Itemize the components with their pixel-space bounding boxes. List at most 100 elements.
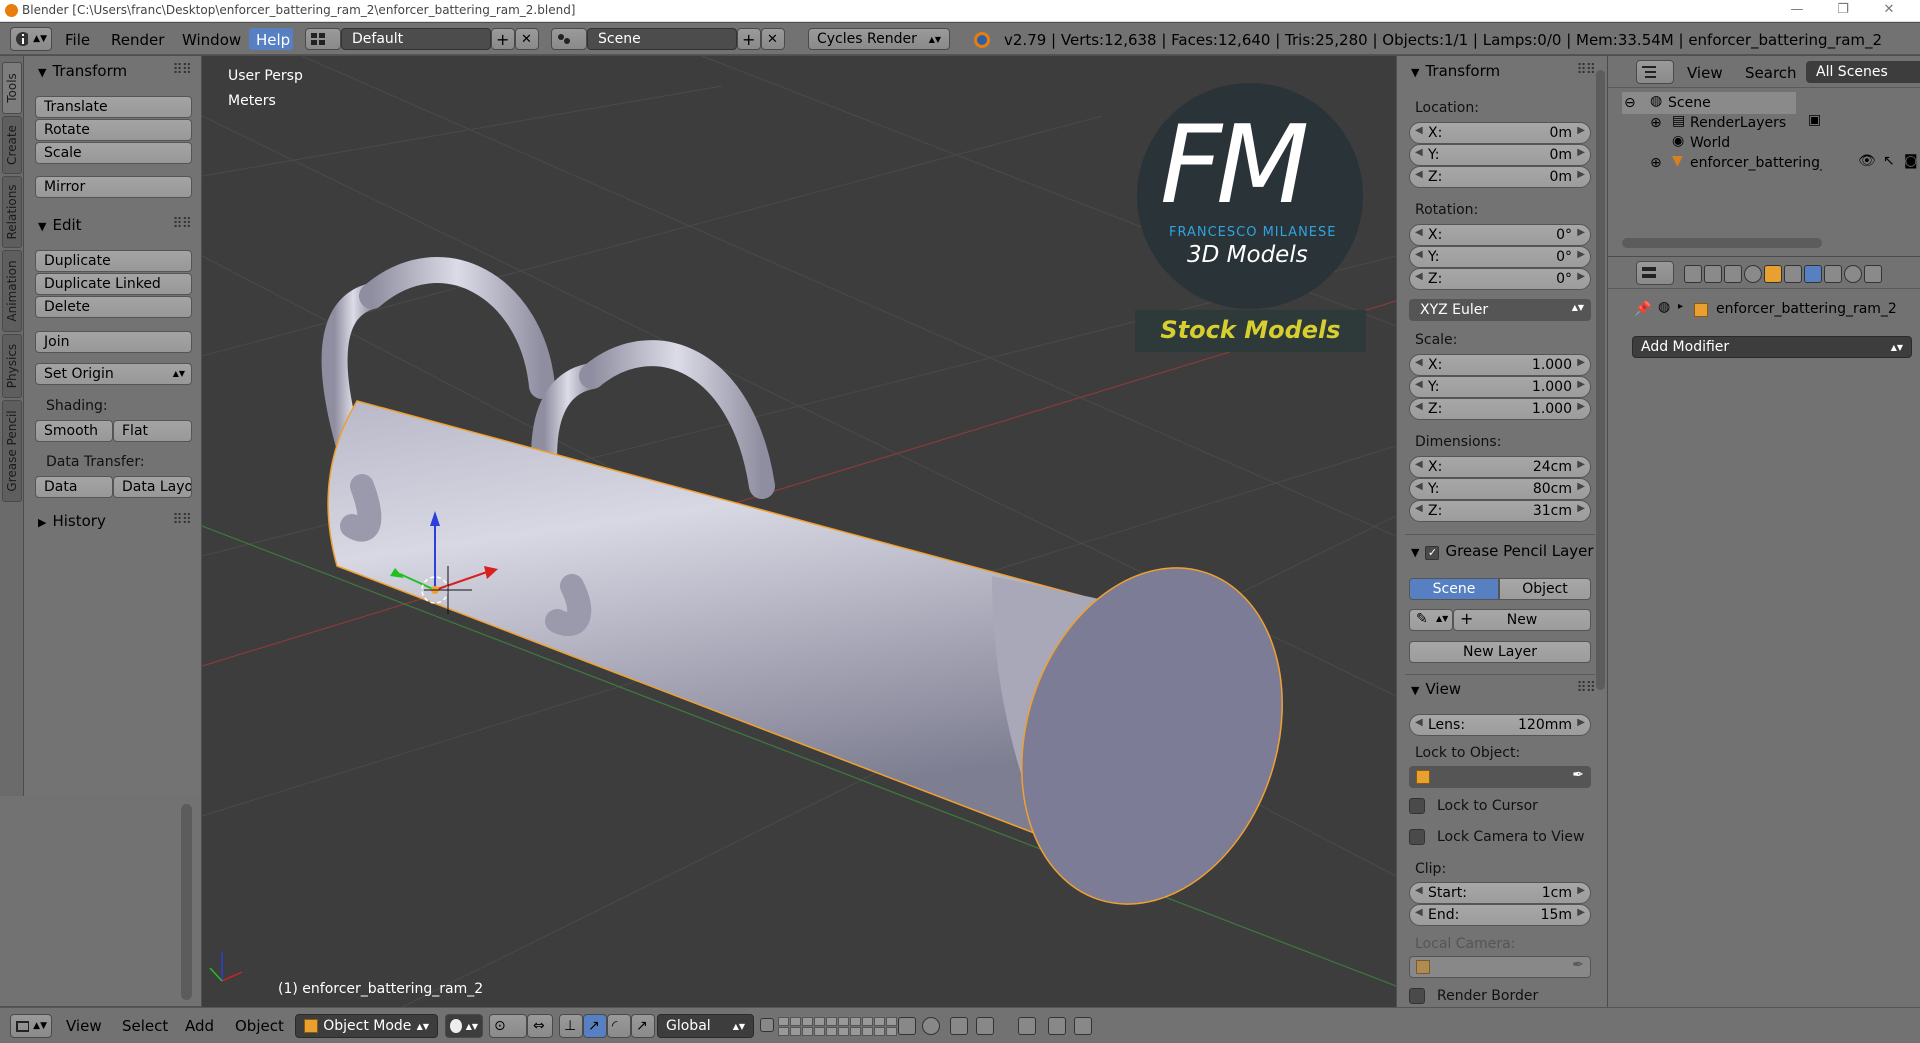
scale-button[interactable]: Scale [35, 142, 192, 164]
snap-element-icon[interactable] [976, 1017, 994, 1035]
operator-scrollbar[interactable] [181, 804, 192, 1000]
duplicate-linked-button[interactable]: Duplicate Linked [35, 273, 192, 295]
dimension-x-field[interactable]: ◀ X: 24cm ▶ [1409, 456, 1591, 478]
tab-grease-pencil[interactable]: Grease Pencil [2, 400, 22, 502]
duplicate-button[interactable]: Duplicate [35, 250, 192, 272]
gp-object-toggle[interactable]: Object [1499, 578, 1591, 600]
viewport-shading-dropdown[interactable]: ▲▼ [445, 1014, 483, 1038]
constraints-tab-icon[interactable] [1784, 265, 1802, 283]
viewport-menu-view[interactable]: View [66, 1017, 102, 1035]
tab-animation[interactable]: Animation [2, 250, 22, 332]
transform-orientation-dropdown[interactable]: Global ▲▼ [657, 1014, 754, 1038]
scale-y-field[interactable]: ◀ Y: 1.000 ▶ [1409, 376, 1591, 398]
editor-type-button[interactable]: ▲▼ [10, 27, 52, 51]
render-tab-icon[interactable] [1684, 265, 1702, 283]
manipulator-translate-toggle[interactable]: ⊥ [559, 1014, 583, 1038]
lock-object-field[interactable]: ✒ [1409, 766, 1591, 788]
clip-end-field[interactable]: ◀ End: 15m ▶ [1409, 904, 1591, 926]
menu-window[interactable]: Window [182, 31, 241, 49]
gp-new-button[interactable]: + New [1453, 609, 1591, 631]
material-tab-icon[interactable] [1844, 265, 1862, 283]
screen-layout-selector[interactable] [305, 28, 341, 50]
remove-screen-icon[interactable]: ✕ [515, 28, 539, 50]
menu-render[interactable]: Render [111, 31, 164, 49]
object-tab-icon[interactable] [1764, 265, 1782, 283]
add-modifier-dropdown[interactable]: Add Modifier ▲▼ [1632, 336, 1912, 358]
manipulator-active-toggle[interactable]: ↗ [583, 1014, 607, 1038]
gp-scene-toggle[interactable]: Scene [1409, 578, 1499, 600]
proportional-edit-icon[interactable] [922, 1017, 940, 1035]
properties-scrollbar[interactable] [1596, 70, 1605, 690]
screen-layout-field[interactable]: Default [341, 28, 491, 50]
drag-handle-icon[interactable]: ⠿⠿ [1576, 62, 1595, 78]
rotate-button[interactable]: Rotate [35, 119, 192, 141]
history-section-header[interactable]: ▶ History [38, 512, 106, 530]
outliner-editor-type[interactable] [1636, 60, 1674, 84]
tab-create[interactable]: Create [2, 116, 22, 174]
outliner-horizontal-scrollbar[interactable] [1622, 238, 1822, 248]
transform-section-header[interactable]: ▼ Transform [38, 62, 127, 80]
render-engine-dropdown[interactable]: Cycles Render ▲▼ [808, 28, 950, 50]
drag-handle-icon[interactable]: ⠿⠿ [172, 216, 191, 232]
delete-button[interactable]: Delete [35, 296, 192, 318]
dimension-y-field[interactable]: ◀ Y: 80cm ▶ [1409, 478, 1591, 500]
scale-x-field[interactable]: ◀ X: 1.000 ▶ [1409, 354, 1591, 376]
grease-pencil-panel-header[interactable]: ▼ ✓ Grease Pencil Layer [1411, 542, 1594, 560]
outliner-expand-icon[interactable]: ⊕ [1650, 115, 1662, 131]
add-scene-icon[interactable]: + [737, 28, 761, 50]
manipulator-scale-toggle[interactable]: ↗ [631, 1014, 655, 1038]
manipulator-rotate-toggle[interactable]: ◜ [607, 1014, 631, 1038]
mirror-button[interactable]: Mirror [35, 176, 192, 198]
outliner-item-renderlayers[interactable]: RenderLayers [1690, 115, 1786, 131]
rotation-x-field[interactable]: ◀ X: 0° ▶ [1409, 224, 1591, 246]
viewport-menu-add[interactable]: Add [185, 1017, 214, 1035]
rotation-y-field[interactable]: ◀ Y: 0° ▶ [1409, 246, 1591, 268]
3d-viewport[interactable]: User Persp Meters (1) enforcer_battering… [202, 56, 1396, 1007]
grease-pencil-checkbox[interactable]: ✓ [1425, 546, 1440, 560]
scene-selector[interactable] [551, 28, 587, 50]
menu-help[interactable]: Help [256, 31, 290, 49]
lock-camera-checkbox[interactable] [1409, 829, 1425, 845]
layer-toggle-icon[interactable] [760, 1018, 774, 1032]
location-z-field[interactable]: ◀ Z: 0m ▶ [1409, 166, 1591, 188]
outliner-expand-icon[interactable]: ⊖ [1624, 95, 1636, 111]
outliner-expand-icon[interactable]: ⊕ [1650, 155, 1662, 171]
scene-field[interactable]: Scene [587, 28, 737, 50]
render-layer-link-icon[interactable]: ▣ [1808, 112, 1821, 128]
transform-panel-header[interactable]: ▼ Transform [1411, 62, 1500, 80]
dimension-z-field[interactable]: ◀ Z: 31cm ▶ [1409, 500, 1591, 522]
local-camera-field[interactable]: ✒ [1409, 956, 1591, 978]
rotation-z-field[interactable]: ◀ Z: 0° ▶ [1409, 268, 1591, 290]
data-transfer-button[interactable]: Data [35, 476, 113, 498]
render-border-checkbox[interactable] [1409, 988, 1425, 1004]
render-animation-icon[interactable] [1074, 1017, 1092, 1035]
render-layers-tab-icon[interactable] [1704, 265, 1722, 283]
modifiers-tab-icon[interactable] [1804, 265, 1822, 283]
add-screen-icon[interactable]: + [491, 28, 515, 50]
outliner-item-object[interactable]: enforcer_battering_ran [1690, 155, 1822, 171]
pivot-point-dropdown[interactable]: ⊙ [489, 1014, 527, 1038]
data-layout-button[interactable]: Data Layo [113, 476, 192, 498]
translate-button[interactable]: Translate [35, 96, 192, 118]
gp-pencil-selector[interactable]: ✎ ▲▼ [1409, 609, 1453, 631]
minimize-button[interactable]: — [1774, 0, 1820, 22]
scene-tab-icon[interactable] [1724, 265, 1742, 283]
drag-handle-icon[interactable]: ⠿⠿ [1576, 680, 1595, 696]
join-button[interactable]: Join [35, 331, 192, 353]
properties-editor-type[interactable] [1636, 261, 1674, 285]
lock-to-cursor-checkbox[interactable] [1409, 798, 1425, 814]
viewport-menu-object[interactable]: Object [235, 1017, 284, 1035]
world-tab-icon[interactable] [1744, 265, 1762, 283]
outliner-menu-view[interactable]: View [1687, 64, 1723, 82]
render-camera-icon[interactable]: ◙ [1904, 153, 1918, 169]
layer-buttons-a[interactable] [778, 1017, 837, 1036]
visibility-eye-icon[interactable]: 👁 [1858, 153, 1876, 169]
drag-handle-icon[interactable]: ⠿⠿ [172, 62, 191, 78]
selectable-cursor-icon[interactable]: ↖ [1883, 153, 1895, 169]
manipulator-toggle[interactable]: ⇔ [527, 1014, 553, 1038]
maximize-button[interactable]: ❐ [1820, 0, 1866, 22]
edit-section-header[interactable]: ▼ Edit [38, 216, 82, 234]
interaction-mode-dropdown[interactable]: Object Mode ▲▼ [295, 1014, 438, 1038]
close-button[interactable]: ✕ [1866, 0, 1912, 22]
eyedropper-icon[interactable]: ✒ [1572, 767, 1584, 783]
